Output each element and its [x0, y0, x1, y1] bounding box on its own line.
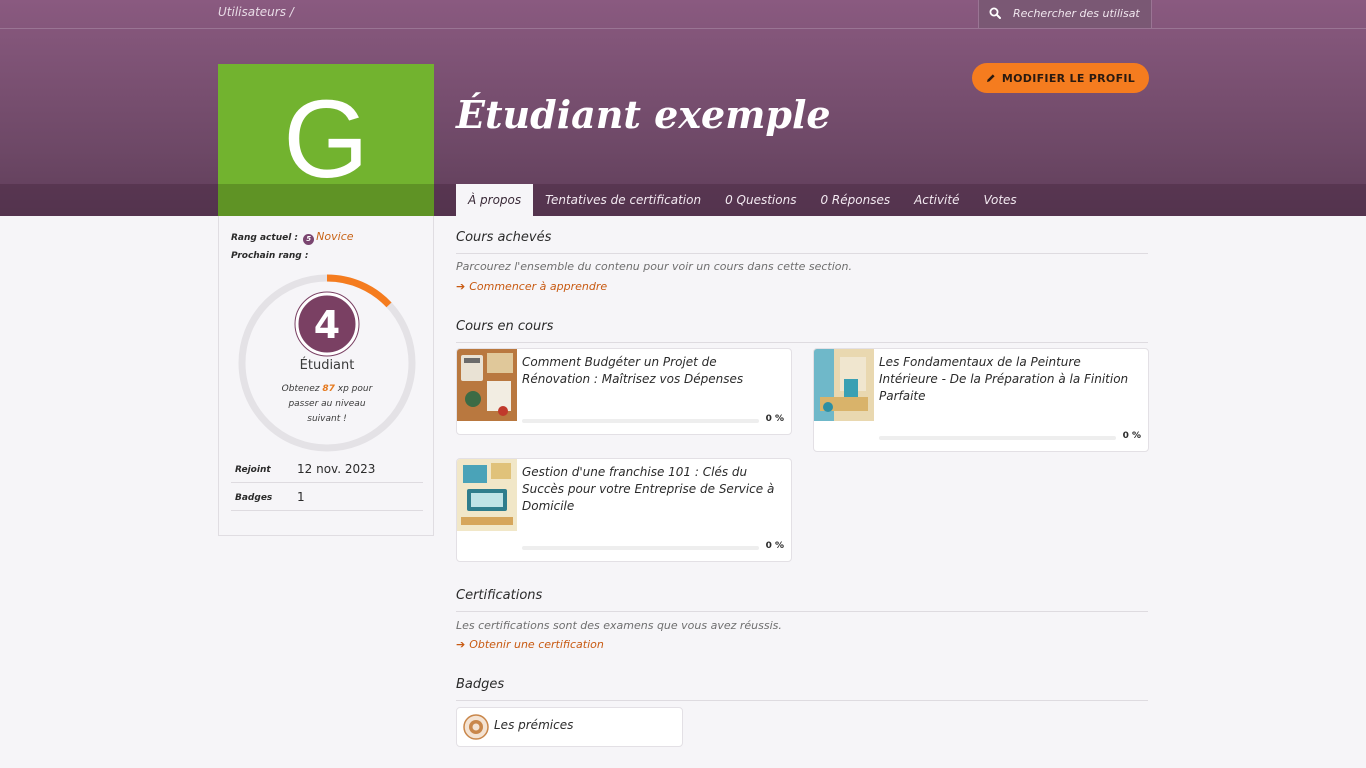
tab-votes[interactable]: Votes	[971, 184, 1028, 216]
course-title: Les Fondamentaux de la Peinture Intérieu…	[879, 355, 1129, 403]
badges-title: Badges	[456, 677, 1148, 701]
course-progress-bar	[522, 546, 759, 550]
xp-value: 87	[322, 384, 335, 394]
rank-badge-icon: 5	[303, 234, 315, 245]
badges-label: Badges	[235, 493, 273, 503]
start-learning-link[interactable]: ➔ Commencer à apprendre	[456, 280, 607, 293]
course-progress: 0 %	[765, 541, 784, 551]
avatar-letter: G	[283, 78, 369, 201]
tab-questions[interactable]: 0 Questions	[713, 184, 808, 216]
next-rank-label: Prochain rang :	[231, 251, 309, 261]
xp-prefix: Obtenez	[281, 384, 320, 394]
arrow-right-icon: ➔	[456, 638, 466, 651]
get-certification-label: Obtenir une certification	[469, 638, 604, 651]
course-progress: 0 %	[1122, 431, 1141, 441]
in-progress-title: Cours en cours	[456, 319, 1148, 343]
profile-sidebar: Rang actuel : 5 Novice Prochain rang : 4 …	[218, 216, 434, 536]
certifications-title: Certifications	[456, 588, 1148, 612]
badge-card[interactable]: Les prémices	[456, 707, 683, 747]
joined-label: Rejoint	[235, 465, 271, 475]
certifications-text: Les certifications sont des examens que …	[456, 619, 782, 632]
course-card[interactable]: Comment Budgéter un Projet de Rénovation…	[456, 348, 792, 435]
course-progress-bar	[879, 436, 1116, 440]
badges-count: 1	[297, 490, 305, 504]
breadcrumb[interactable]: Utilisateurs /	[218, 5, 294, 19]
xp-message: Obtenez 87 xp pour passer au niveau suiv…	[236, 382, 418, 427]
tab-activity[interactable]: Activité	[902, 184, 971, 216]
start-learning-label: Commencer à apprendre	[469, 280, 608, 293]
course-thumbnail	[814, 349, 874, 421]
completed-courses-text: Parcourez l'ensemble du contenu pour voi…	[456, 260, 852, 273]
current-rank-label: Rang actuel :	[231, 233, 299, 243]
avatar-overlay	[218, 184, 434, 216]
course-thumbnail	[457, 349, 517, 421]
course-title: Gestion d'une franchise 101 : Clés du Su…	[522, 465, 775, 513]
tab-answers[interactable]: 0 Réponses	[808, 184, 902, 216]
level-number: 4	[314, 303, 340, 347]
search-input[interactable]	[1013, 3, 1149, 23]
joined-row: Rejoint 12 nov. 2023	[231, 456, 423, 483]
joined-value: 12 nov. 2023	[297, 462, 376, 476]
get-certification-link[interactable]: ➔ Obtenir une certification	[456, 638, 604, 651]
search-icon[interactable]	[989, 7, 1001, 19]
badges-row: Badges 1	[231, 484, 423, 511]
profile-name: Étudiant exemple	[456, 92, 831, 137]
profile-tabs: À propos Tentatives de certification 0 Q…	[456, 184, 1029, 216]
current-rank-value[interactable]: Novice	[316, 230, 353, 243]
current-rank: Rang actuel : 5 Novice	[231, 230, 354, 245]
course-card[interactable]: Gestion d'une franchise 101 : Clés du Su…	[456, 458, 792, 562]
course-title: Comment Budgéter un Projet de Rénovation…	[522, 355, 744, 386]
arrow-right-icon: ➔	[456, 280, 466, 293]
level-title: Étudiant	[299, 358, 355, 373]
edit-profile-label: MODIFIER LE PROFIL	[1001, 71, 1136, 85]
tab-certification-attempts[interactable]: Tentatives de certification	[533, 184, 713, 216]
search-box[interactable]	[978, 0, 1152, 28]
course-card[interactable]: Les Fondamentaux de la Peinture Intérieu…	[813, 348, 1149, 452]
completed-courses-title: Cours achevés	[456, 230, 1148, 254]
avatar: G	[218, 64, 434, 216]
course-progress-bar	[522, 419, 759, 423]
badge-name: Les prémices	[494, 718, 574, 732]
badge-icon	[463, 714, 489, 740]
pencil-icon	[986, 74, 995, 82]
edit-profile-button[interactable]: MODIFIER LE PROFIL	[972, 63, 1149, 93]
course-progress: 0 %	[765, 414, 784, 424]
tab-about[interactable]: À propos	[456, 184, 534, 216]
top-bar: Utilisateurs /	[0, 0, 1366, 29]
course-thumbnail	[457, 459, 517, 531]
